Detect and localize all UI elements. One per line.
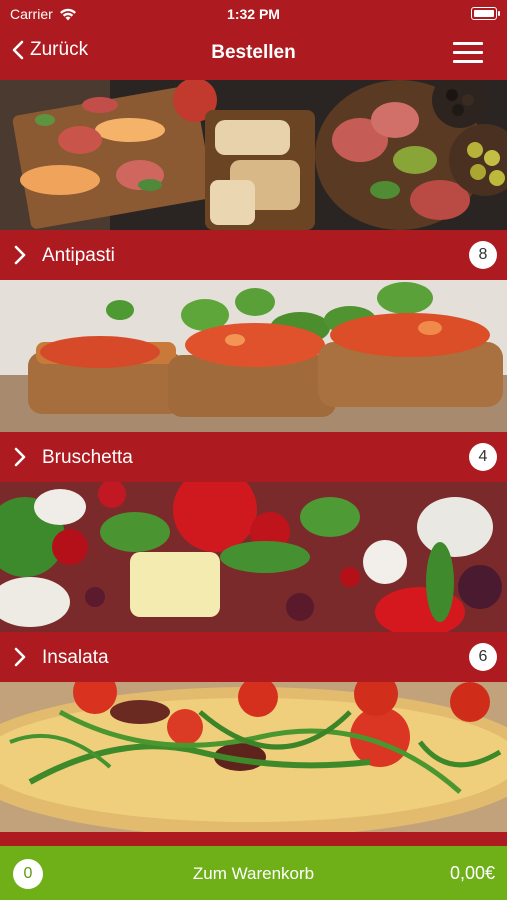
chevron-left-icon [12,40,24,60]
category-count-badge: 4 [469,443,497,471]
battery-icon [471,7,500,20]
category-row-insalata[interactable]: Insalata 6 [0,632,507,682]
category-label: Antipasti [42,245,115,266]
cart-label: Zum Warenkorb [192,864,315,883]
category-label: Bruschetta [42,447,133,468]
chevron-right-icon [14,447,26,467]
cart-button[interactable]: 0 Zum Warenkorb 0,00€ [0,846,507,900]
category-row-antipasti[interactable]: Antipasti 8 [0,230,507,280]
pizza-image[interactable] [0,682,507,832]
bruschetta-image[interactable] [0,280,507,432]
status-bar: Carrier 1:32 PM [0,0,507,28]
navigation-bar: Zurück Bestellen [0,28,507,80]
chevron-right-icon [14,647,26,667]
status-time: 1:32 PM [227,6,280,22]
back-label: Zurück [30,39,89,60]
cart-total: 0,00€ [449,863,495,883]
insalata-image[interactable] [0,482,507,632]
app-header: Carrier 1:32 PM Zurück Bestellen [0,0,507,80]
category-label: Insalata [42,647,109,668]
back-button[interactable]: Zurück [12,39,88,61]
partial-category-row [0,832,507,846]
hamburger-menu-icon[interactable] [453,40,485,66]
chevron-right-icon [14,245,26,265]
category-row-bruschetta[interactable]: Bruschetta 4 [0,432,507,482]
hero-banner-image [0,80,507,230]
category-count-badge: 8 [469,241,497,269]
category-count-badge: 6 [469,643,497,671]
